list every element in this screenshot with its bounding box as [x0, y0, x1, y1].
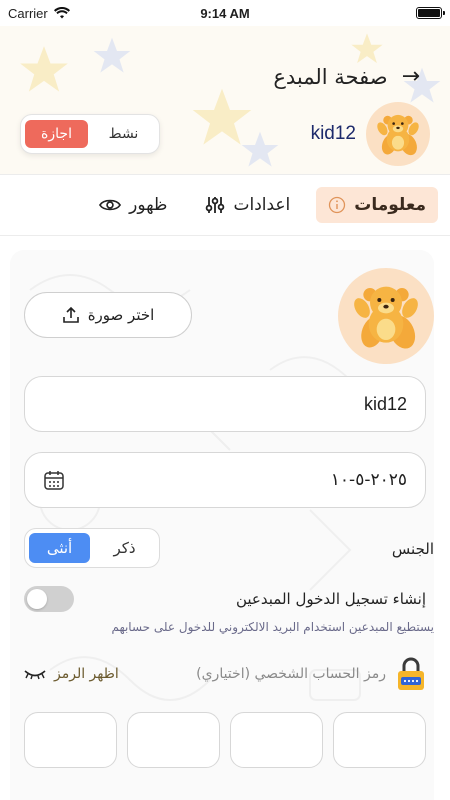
name-value: kid12 [363, 393, 407, 414]
tab-label: اعدادات [233, 195, 291, 215]
pin-digit-input[interactable] [333, 712, 426, 768]
choose-photo-button[interactable]: اختر صورة [24, 292, 192, 338]
clock: 9:14 AM [200, 5, 250, 21]
pin-label: رمز الحساب الشخصي (اختياري) [196, 666, 386, 682]
star-decoration-icon [93, 37, 131, 73]
status-active-option[interactable]: نشط [92, 120, 155, 148]
status-toggle[interactable]: اجازة نشط [20, 114, 160, 154]
eye-closed-icon [24, 670, 46, 680]
gender-label: الجنس [391, 540, 434, 558]
pin-digit-input[interactable] [24, 712, 117, 768]
eye-icon [99, 199, 122, 211]
calendar-icon[interactable] [43, 469, 65, 491]
creator-login-switch[interactable] [24, 586, 74, 612]
sliders-icon [206, 197, 225, 213]
bear-avatar-icon [354, 286, 418, 349]
choose-photo-label: اختر صورة [87, 306, 155, 324]
creator-header: → صفحة المبدع اجازة نشط kid12 [0, 26, 450, 174]
birthdate-field[interactable]: ٢٠٢٥-٥-١٠ [24, 452, 426, 508]
pin-input-group [24, 712, 426, 768]
creator-row: kid12 [311, 102, 430, 166]
show-pin-toggle[interactable]: اظهر الرمز [24, 666, 119, 682]
star-decoration-icon [351, 33, 383, 64]
status-vacation-option[interactable]: اجازة [25, 120, 88, 148]
status-bar: Carrier 9:14 AM [0, 0, 450, 26]
battery-icon [416, 7, 445, 19]
gender-toggle[interactable]: أنثى ذكر [24, 528, 160, 568]
page-title: صفحة المبدع [273, 64, 388, 89]
pin-digit-input[interactable] [127, 712, 220, 768]
tabs-bar: ظهور اعدادات معلومات [0, 174, 450, 236]
creator-login-row: إنشاء تسجيل الدخول المبدعين [24, 586, 426, 612]
gender-female-option[interactable]: أنثى [29, 533, 90, 563]
tab-appearance[interactable]: ظهور [87, 187, 179, 223]
creator-name: kid12 [310, 123, 356, 144]
avatar [366, 102, 430, 166]
pin-row: اظهر الرمز رمز الحساب الشخصي (اختياري) [24, 652, 426, 696]
info-icon [329, 196, 346, 214]
pin-label-group: رمز الحساب الشخصي (اختياري) [196, 656, 426, 692]
lock-icon [398, 657, 424, 690]
creator-login-title: إنشاء تسجيل الدخول المبدعين [235, 590, 426, 608]
tab-label: ظهور [129, 195, 168, 215]
info-form: اختر صورة kid12 ٢٠٢٥-٥-١٠ الجنس أنثى ذكر… [10, 250, 434, 800]
star-decoration-icon [20, 46, 68, 92]
tab-settings[interactable]: اعدادات [193, 187, 302, 223]
bear-avatar-icon [377, 114, 419, 156]
name-field[interactable]: kid12 [24, 376, 426, 432]
profile-avatar[interactable] [338, 268, 434, 364]
tab-info[interactable]: معلومات [316, 187, 438, 223]
tab-label: معلومات [354, 195, 426, 215]
arrow-right-icon[interactable]: → [402, 64, 420, 89]
creator-login-description: يستطيع المبدعين استخدام البريد الالكترون… [111, 620, 434, 634]
star-decoration-icon [241, 131, 279, 167]
gender-male-option[interactable]: ذكر [94, 533, 155, 563]
header-title-row: → صفحة المبدع [273, 64, 420, 89]
upload-icon [62, 306, 79, 323]
pin-digit-input[interactable] [230, 712, 323, 768]
date-value: ٢٠٢٥-٥-١٠ [330, 470, 407, 490]
show-pin-label: اظهر الرمز [54, 666, 119, 682]
